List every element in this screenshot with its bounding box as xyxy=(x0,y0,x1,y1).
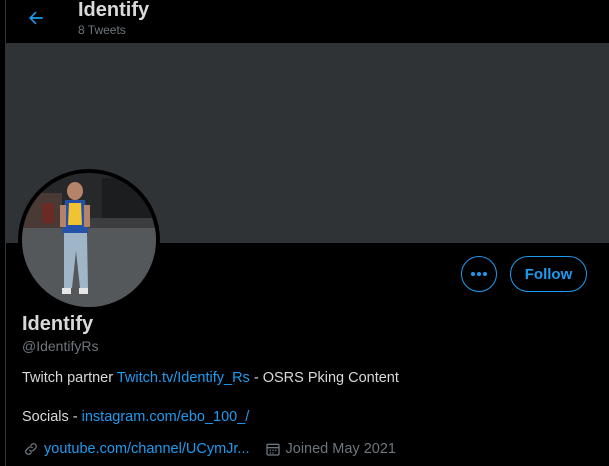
bio-prefix: Twitch partner xyxy=(22,370,117,386)
profile-socials: Socials - instagram.com/ebo_100_/ xyxy=(22,409,249,425)
arrow-left-icon xyxy=(29,11,43,25)
link-icon xyxy=(22,440,40,458)
profile-name: Identify xyxy=(22,313,94,335)
more-dots-icon xyxy=(471,272,487,276)
back-button[interactable] xyxy=(24,6,48,30)
website-link[interactable]: youtube.com/channel/UCymJr... xyxy=(44,441,250,457)
avatar-photo xyxy=(22,173,156,307)
calendar-icon xyxy=(264,440,282,458)
instagram-link[interactable]: instagram.com/ebo_100_/ xyxy=(82,409,250,425)
profile-bio: Twitch partner Twitch.tv/Identify_Rs - O… xyxy=(22,370,399,386)
header-title: Identify xyxy=(78,0,150,21)
joined-date: Joined May 2021 xyxy=(285,441,396,457)
socials-label: Socials - xyxy=(22,409,82,425)
more-options-button[interactable] xyxy=(461,256,497,292)
avatar-frame xyxy=(18,169,160,311)
bio-suffix: - OSRS Pking Content xyxy=(249,370,399,386)
profile-handle: @IdentifyRs xyxy=(22,338,99,354)
avatar[interactable] xyxy=(22,173,156,307)
profile-meta: youtube.com/channel/UCymJr... Joined May… xyxy=(22,440,396,458)
tweet-count: 8 Tweets xyxy=(78,23,126,37)
follow-button[interactable]: Follow xyxy=(510,256,587,292)
profile-header: Identify 8 Tweets xyxy=(6,0,609,43)
twitch-link[interactable]: Twitch.tv/Identify_Rs xyxy=(117,370,250,386)
